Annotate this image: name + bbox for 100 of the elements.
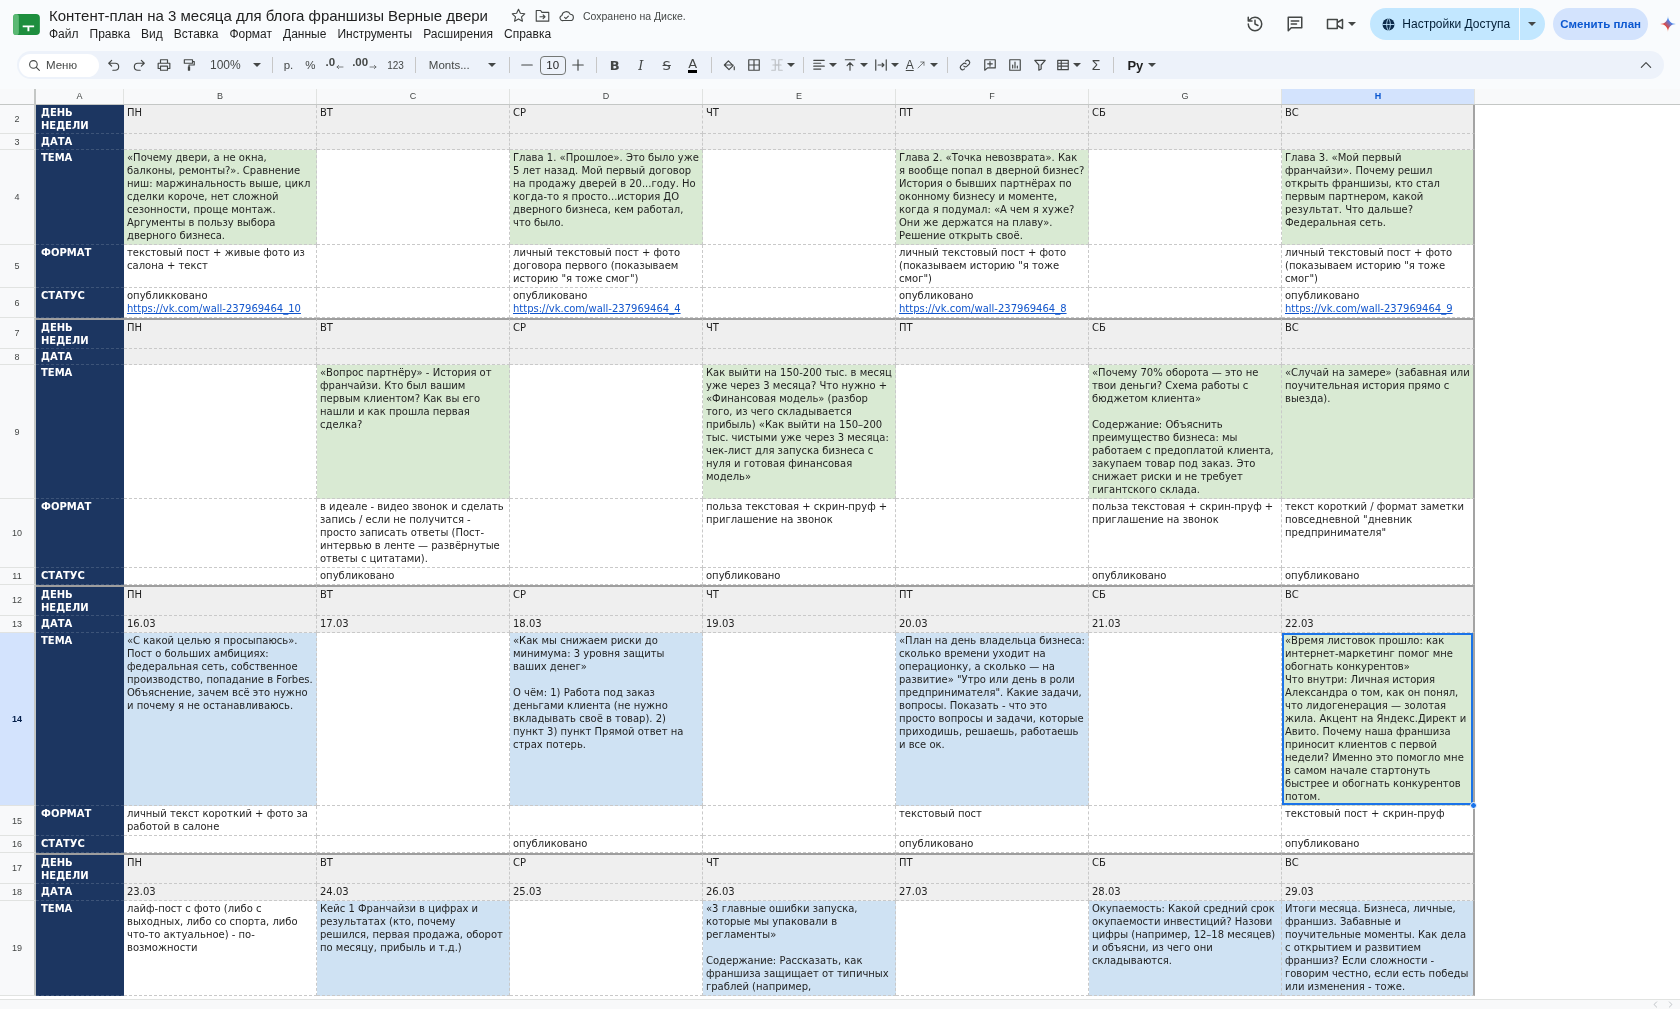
undo-icon[interactable] bbox=[106, 58, 121, 72]
align-top-icon[interactable] bbox=[842, 58, 857, 72]
row-number[interactable]: 18 bbox=[0, 884, 36, 901]
number-format-button[interactable]: 123 bbox=[381, 54, 410, 76]
row-number[interactable]: 17 bbox=[0, 853, 36, 884]
cloud-icon[interactable] bbox=[558, 8, 574, 23]
column-header[interactable]: A bbox=[36, 89, 124, 104]
row-number[interactable]: 8 bbox=[0, 349, 36, 365]
percent-format-button[interactable]: % bbox=[299, 54, 322, 76]
column-header[interactable]: B bbox=[124, 89, 317, 104]
row-number[interactable]: 19 bbox=[0, 901, 36, 996]
history-icon[interactable] bbox=[1246, 15, 1265, 33]
table-cell: Глава 2. «Точка невозврата». Как я вообще попал в дверной бизнес? История о бывших партнёрах по оконному бизнесу и моменте, когда я подумал: «А чем я хуже? Они же держатся на плаву». Решение открыть своё. bbox=[896, 150, 1089, 245]
borders-icon[interactable] bbox=[747, 58, 762, 72]
caret-icon[interactable] bbox=[859, 63, 868, 67]
column-header[interactable]: H bbox=[1282, 89, 1475, 104]
table-cell: 28.03 bbox=[1089, 884, 1282, 901]
row-label: ДЕНЬ НЕДЕЛИ bbox=[36, 105, 124, 134]
bold-button[interactable]: B bbox=[601, 54, 628, 76]
table-cell: польза текстовая + скрин-пруф + приглашение на звонок bbox=[703, 499, 896, 568]
table-cell: личный текстовый пост + фото (показываем историю "я тоже смог") bbox=[896, 245, 1089, 288]
decrease-decimals-button[interactable]: .0 bbox=[321, 54, 349, 76]
caret-icon bbox=[1528, 22, 1537, 26]
caret-icon[interactable] bbox=[828, 63, 837, 67]
change-plan-button[interactable]: Сменить план bbox=[1553, 8, 1648, 40]
row-number[interactable]: 6 bbox=[0, 288, 36, 318]
input-tools-button[interactable]: Ру bbox=[1119, 54, 1165, 76]
table-cell: 24.03 bbox=[317, 884, 510, 901]
table-icon[interactable] bbox=[1055, 58, 1070, 72]
zoom-dropdown[interactable]: 100% bbox=[204, 54, 267, 76]
functions-button[interactable]: Σ bbox=[1083, 54, 1109, 76]
comment-icon[interactable] bbox=[1286, 15, 1305, 33]
table-cell: ВС bbox=[1282, 105, 1475, 134]
chart-icon[interactable] bbox=[1008, 58, 1023, 72]
row-number[interactable]: 16 bbox=[0, 836, 36, 853]
strikethrough-button[interactable]: S bbox=[653, 54, 680, 76]
currency-format-button[interactable]: р. bbox=[277, 54, 300, 76]
row-number[interactable]: 11 bbox=[0, 568, 36, 585]
link[interactable]: https://vk.com/wall-237969464_4 bbox=[513, 302, 681, 315]
menu-item[interactable]: Данные bbox=[283, 27, 327, 41]
row-number[interactable]: 2 bbox=[0, 105, 36, 134]
table-cell: текстовый пост + скрин-пруф bbox=[1282, 806, 1475, 836]
plus-icon[interactable] bbox=[571, 58, 586, 72]
spreadsheet-logo-icon[interactable] bbox=[13, 13, 40, 35]
sparkle-icon[interactable] bbox=[1660, 16, 1676, 32]
align-left-icon[interactable] bbox=[811, 58, 826, 72]
caret-icon[interactable] bbox=[1348, 22, 1357, 26]
row-number[interactable]: 14 bbox=[0, 633, 36, 806]
caret-icon[interactable] bbox=[890, 63, 899, 67]
link[interactable]: https://vk.com/wall-237969464_9 bbox=[1285, 302, 1453, 315]
column-header[interactable]: F bbox=[896, 89, 1089, 104]
row-number[interactable]: 13 bbox=[0, 616, 36, 633]
text-rotation-button[interactable]: A bbox=[901, 54, 942, 76]
menu-item[interactable]: Правка bbox=[89, 27, 131, 41]
column-header[interactable]: C bbox=[317, 89, 510, 104]
link[interactable]: https://vk.com/wall-237969464_8 bbox=[899, 302, 1067, 315]
fill-handle[interactable] bbox=[1470, 802, 1477, 809]
row-number[interactable]: 7 bbox=[0, 318, 36, 349]
column-header[interactable]: D bbox=[510, 89, 703, 104]
row-number[interactable]: 12 bbox=[0, 585, 36, 616]
star-icon[interactable] bbox=[510, 8, 526, 23]
menu-item[interactable]: Вид bbox=[141, 27, 163, 41]
print-icon[interactable] bbox=[156, 58, 171, 72]
row-label: ДАТА bbox=[36, 134, 124, 150]
table-cell: Итоги месяца. Бизнеса, личные, франшиз. Забавные и поучительные моменты. Как дела с открытием и развитием франшиз? Если сложности - говорим честно, если есть победы или изменения - тоже. bbox=[1282, 901, 1475, 996]
italic-button[interactable]: I bbox=[627, 54, 654, 76]
menu-item[interactable]: Формат bbox=[229, 27, 273, 41]
increase-decimals-button[interactable]: .00 bbox=[348, 54, 382, 76]
caret-icon[interactable] bbox=[1072, 63, 1081, 67]
add-comment-icon[interactable] bbox=[983, 58, 998, 72]
menu-item[interactable]: Расширения bbox=[423, 27, 493, 41]
paint-roller-icon[interactable] bbox=[181, 58, 196, 72]
text-color-button[interactable]: A bbox=[679, 54, 706, 76]
font-dropdown[interactable]: Monts... bbox=[420, 54, 504, 76]
filter-icon[interactable] bbox=[1033, 58, 1048, 72]
text-wrap-icon[interactable] bbox=[873, 58, 888, 72]
row-number[interactable]: 5 bbox=[0, 245, 36, 288]
link-icon[interactable] bbox=[958, 58, 973, 72]
table-cell: 20.03 bbox=[896, 616, 1089, 633]
folder-icon[interactable] bbox=[534, 8, 550, 23]
row-number[interactable]: 10 bbox=[0, 499, 36, 568]
row-number[interactable]: 4 bbox=[0, 150, 36, 245]
menu-item[interactable]: Справка bbox=[504, 27, 552, 41]
link[interactable]: https://vk.com/wall-237969464_10 bbox=[127, 302, 301, 315]
redo-icon[interactable] bbox=[131, 58, 146, 72]
caret-icon bbox=[487, 63, 496, 67]
search-field[interactable]: Меню bbox=[19, 53, 99, 77]
document-title[interactable]: Контент-план на 3 месяца для блога франшизы Верные двери bbox=[49, 7, 488, 24]
menu-item[interactable]: Вставка bbox=[173, 27, 219, 41]
status-text: опубликовано bbox=[899, 289, 975, 302]
menu-item[interactable]: Инструменты bbox=[337, 27, 413, 41]
row-number[interactable]: 9 bbox=[0, 365, 36, 499]
row-number[interactable]: 3 bbox=[0, 134, 36, 150]
caret-icon[interactable] bbox=[786, 63, 795, 67]
table-cell: личный текстовый пост + фото (показываем историю "я тоже смог") bbox=[1282, 245, 1475, 288]
paint-bucket-icon[interactable] bbox=[722, 58, 737, 72]
row-number[interactable]: 15 bbox=[0, 806, 36, 836]
font-size-field[interactable]: 10 bbox=[539, 55, 566, 75]
column-header[interactable]: E bbox=[703, 89, 896, 104]
menu-item[interactable]: Файл bbox=[49, 27, 79, 41]
